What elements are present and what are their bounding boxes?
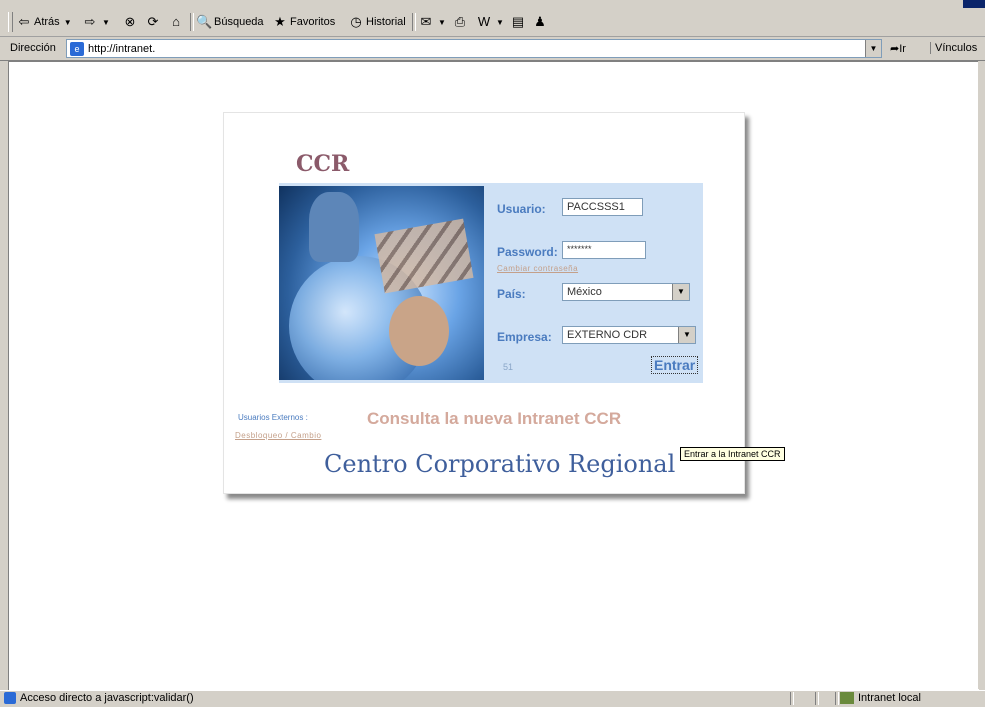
status-message-text: Acceso directo a javascript:validar() [20,692,194,704]
address-url[interactable]: http://intranet. [88,43,155,55]
chevron-down-icon[interactable]: ▼ [102,18,110,27]
word-icon: W [477,14,491,29]
address-input[interactable]: e http://intranet. ▼ [66,39,882,58]
keypad-shape [374,218,474,294]
user-label: Usuario: [497,202,546,216]
favorites-button-label: Favoritos [290,16,336,28]
country-select[interactable]: México ▼ [562,283,690,301]
country-select-value: México [567,286,602,298]
discuss-icon: ▤ [511,14,525,29]
toolbar-separator [190,13,194,31]
forward-arrow-icon: ⇨ [84,14,96,29]
titlebar-fragment [963,0,985,8]
messenger-button[interactable]: ♟ [532,13,548,31]
standard-toolbar: ⇦ Atrás ▼ ⇨ ▼ ⊗ ⟳ ⌂ 🔍 Búsqueda ★ Favorit… [0,8,985,37]
ie-page-icon [4,692,16,704]
home-button[interactable]: ⌂ [168,13,184,31]
country-label: País: [497,287,526,301]
status-message: Acceso directo a javascript:validar() [4,692,194,704]
go-button[interactable]: ➦Ir [890,42,906,55]
status-separator [835,692,839,705]
company-select[interactable]: EXTERNO CDR ▼ [562,326,696,344]
password-input[interactable]: ******* [562,241,646,259]
history-button[interactable]: ◷ Historial [348,13,406,31]
go-label: Ir [899,43,906,55]
favorites-icon: ★ [274,14,286,29]
status-separator [815,692,819,705]
toolbar-separator [412,13,416,31]
back-button[interactable]: ⇦ Atrás ▼ [16,13,72,31]
company-select-value: EXTERNO CDR [567,329,648,341]
stop-icon: ⊗ [124,14,136,29]
mail-icon: ✉ [420,14,432,29]
man-on-phone-shape [309,192,359,262]
forward-button[interactable]: ⇨ ▼ [82,13,110,31]
external-users-label: Usuarios Externos : [238,413,308,422]
ccr-title: CCR [296,151,350,177]
links-button[interactable]: Vínculos [930,42,977,54]
edit-button[interactable]: W ▼ [476,13,504,31]
home-icon: ⌂ [172,14,180,29]
unblock-link[interactable]: Desbloqueo / Cambio [235,431,321,440]
history-button-label: Historial [366,16,406,28]
vertical-scrollbar[interactable] [978,61,985,689]
hero-photo [279,186,484,380]
discuss-button[interactable]: ▤ [510,13,526,31]
back-button-label: Atrás [34,16,60,28]
address-label: Dirección [10,42,56,54]
status-bar: Acceso directo a javascript:validar() In… [0,690,985,707]
security-zone-label: Intranet local [858,692,921,704]
search-button-label: Búsqueda [214,16,264,28]
session-number: 51 [503,362,514,372]
woman-on-phone-shape [389,296,449,366]
refresh-button[interactable]: ⟳ [145,13,161,31]
status-separator [790,692,794,705]
search-button[interactable]: 🔍 Búsqueda [196,13,264,31]
chevron-down-icon[interactable]: ▼ [672,284,689,300]
login-card: CCR Usuario: PACCSSS1 Password: ******* … [223,112,745,494]
search-icon: 🔍 [196,14,213,29]
change-password-link[interactable]: Cambiar contraseña [497,264,578,273]
submit-button[interactable]: Entrar [651,356,699,374]
centro-title: Centro Corporativo Regional [324,450,676,478]
new-intranet-link[interactable]: Consulta la nueva Intranet CCR [367,409,621,429]
go-arrow-icon: ➦ [890,43,900,55]
intranet-zone-icon [840,692,854,704]
security-zone: Intranet local [840,692,921,704]
chevron-down-icon[interactable]: ▼ [438,18,446,27]
chevron-down-icon[interactable]: ▼ [64,18,72,27]
history-icon: ◷ [350,14,362,29]
stop-button[interactable]: ⊗ [122,13,138,31]
address-bar: Dirección e http://intranet. ▼ ➦Ir Víncu… [0,37,985,61]
ie-page-icon: e [70,41,84,56]
chevron-down-icon[interactable]: ▼ [678,327,695,343]
login-panel: Usuario: PACCSSS1 Password: ******* Camb… [279,183,703,383]
print-button[interactable]: ⎙ [452,13,468,31]
messenger-icon: ♟ [534,14,546,29]
toolbar-grip[interactable] [8,12,13,32]
submit-tooltip: Entrar a la Intranet CCR [680,447,785,461]
password-label: Password: [497,245,558,259]
window-top-strip [0,0,985,8]
company-label: Empresa: [497,330,552,344]
back-arrow-icon: ⇦ [18,14,30,29]
user-input[interactable]: PACCSSS1 [562,198,643,216]
mail-button[interactable]: ✉ ▼ [418,13,446,31]
chevron-down-icon[interactable]: ▼ [865,40,881,57]
chevron-down-icon[interactable]: ▼ [496,18,504,27]
favorites-button[interactable]: ★ Favoritos [272,13,335,31]
refresh-icon: ⟳ [147,14,159,29]
print-icon: ⎙ [454,14,466,29]
